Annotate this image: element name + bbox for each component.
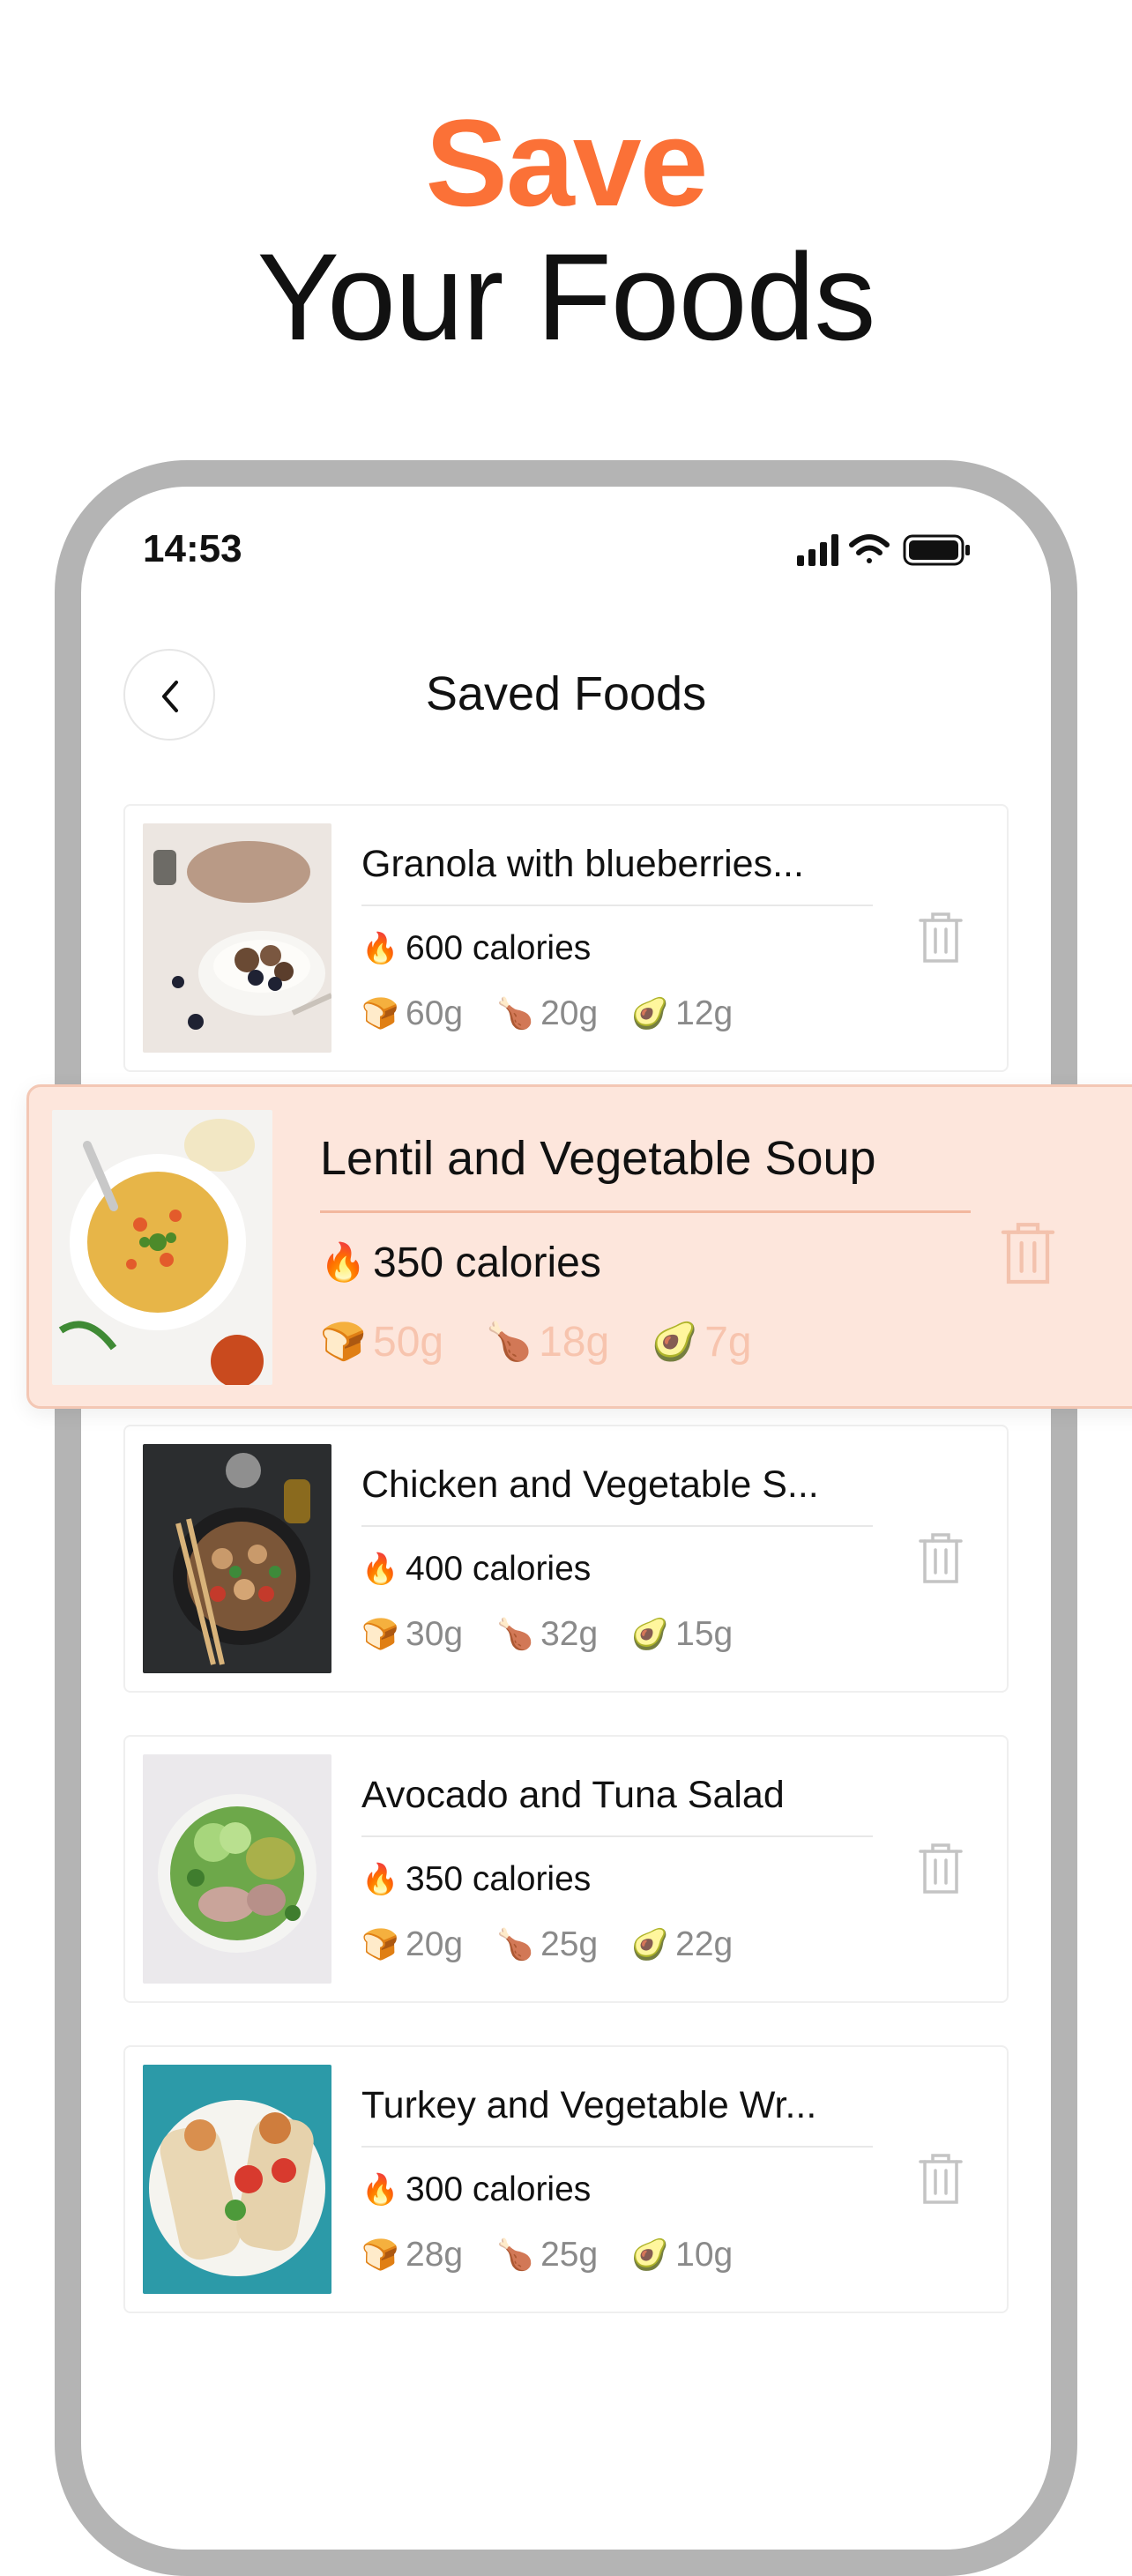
wifi-icon: [849, 534, 890, 563]
status-time: 14:53: [143, 527, 242, 570]
drumstick-icon: 🍗: [496, 997, 534, 1031]
drumstick-icon: 🍗: [496, 2238, 534, 2272]
hero-accent-text: Save: [425, 93, 709, 232]
calories-value: 600 calories: [406, 929, 592, 967]
food-card[interactable]: Avocado and Tuna Salad 🔥 350 calories 🍞 2…: [123, 1735, 1009, 2003]
food-photo-granola: [143, 823, 331, 1053]
food-card[interactable]: Turkey and Vegetable Wr... 🔥 300 calorie…: [123, 2045, 1009, 2313]
calorie-row: 🔥 300 calories: [361, 2170, 591, 2209]
macro-row: 🍞 60g 🍗 20g 🥑 12g: [361, 994, 766, 1033]
food-name: Avocado and Tuna Salad: [361, 1774, 785, 1816]
calories-value: 350 calories: [406, 1860, 592, 1898]
trash-icon[interactable]: [917, 1841, 964, 1895]
protein-value: 25g: [540, 2236, 599, 2274]
carbs-value: 50g: [373, 1319, 444, 1366]
fat-value: 7g: [704, 1319, 752, 1366]
divider: [361, 1835, 873, 1837]
fire-icon: 🔥: [361, 2173, 399, 2207]
food-name: Chicken and Vegetable S...: [361, 1463, 819, 1506]
calorie-row: 🔥 400 calories: [361, 1550, 591, 1589]
bread-icon: 🍞: [361, 1928, 399, 1962]
calorie-row: 🔥 350 calories: [320, 1239, 601, 1287]
bread-icon: 🍞: [361, 1618, 399, 1651]
bread-icon: 🍞: [320, 1321, 367, 1362]
fat-value: 10g: [675, 2236, 734, 2274]
carbs-value: 28g: [406, 2236, 464, 2274]
drumstick-icon: 🍗: [496, 1618, 534, 1651]
drumstick-icon: 🍗: [486, 1321, 532, 1362]
fire-icon: 🔥: [361, 1863, 399, 1896]
food-card-highlighted[interactable]: Lentil and Vegetable Soup 🔥 350 calories…: [26, 1084, 1132, 1409]
macro-row: 🍞 50g 🍗 18g 🥑 7g: [320, 1318, 794, 1366]
fire-icon: 🔥: [361, 932, 399, 965]
trash-icon[interactable]: [917, 910, 964, 964]
food-photo-avocado-tuna: [143, 1754, 331, 1984]
hero-title-text: Your Foods: [257, 227, 876, 366]
protein-value: 25g: [540, 1925, 599, 1963]
calories-value: 300 calories: [406, 2170, 592, 2208]
drumstick-icon: 🍗: [496, 1928, 534, 1962]
avocado-icon: 🥑: [631, 1928, 669, 1962]
battery-icon: [903, 534, 970, 566]
protein-value: 32g: [540, 1615, 599, 1653]
macro-row: 🍞 20g 🍗 25g 🥑 22g: [361, 1925, 766, 1964]
food-card[interactable]: Chicken and Vegetable S... 🔥 400 calorie…: [123, 1425, 1009, 1693]
screen-title: Saved Foods: [425, 667, 707, 720]
fat-value: 22g: [675, 1925, 734, 1963]
food-name: Turkey and Vegetable Wr...: [361, 2084, 817, 2126]
food-photo-chicken: [143, 1444, 331, 1673]
food-name: Lentil and Vegetable Soup: [320, 1132, 876, 1185]
food-photo-lentil-soup: [52, 1110, 272, 1385]
fat-value: 15g: [675, 1615, 734, 1653]
bread-icon: 🍞: [361, 2238, 399, 2272]
macro-row: 🍞 30g 🍗 32g 🥑 15g: [361, 1615, 766, 1654]
carbs-value: 20g: [406, 1925, 464, 1963]
status-icons: [797, 532, 991, 568]
calories-value: 350 calories: [373, 1240, 601, 1286]
signal-icon: [797, 534, 838, 566]
avocado-icon: 🥑: [631, 1618, 669, 1651]
fat-value: 12g: [675, 994, 734, 1032]
trash-icon[interactable]: [917, 1530, 964, 1585]
carbs-value: 30g: [406, 1615, 464, 1653]
trash-icon[interactable]: [917, 2151, 964, 2206]
calories-value: 400 calories: [406, 1550, 592, 1588]
fire-icon: 🔥: [320, 1241, 367, 1283]
divider: [361, 2146, 873, 2148]
avocado-icon: 🥑: [631, 2238, 669, 2272]
divider: [361, 905, 873, 906]
avocado-icon: 🥑: [631, 997, 669, 1031]
carbs-value: 60g: [406, 994, 464, 1032]
avocado-icon: 🥑: [652, 1321, 698, 1362]
calorie-row: 🔥 600 calories: [361, 929, 591, 968]
trash-icon[interactable]: [999, 1219, 1057, 1286]
fire-icon: 🔥: [361, 1552, 399, 1586]
hero-heading: Save Your Foods: [0, 97, 1132, 372]
food-photo-turkey-wrap: [143, 2065, 331, 2294]
food-card[interactable]: Granola with blueberries... 🔥 600 calori…: [123, 804, 1009, 1072]
calorie-row: 🔥 350 calories: [361, 1860, 591, 1899]
protein-value: 18g: [539, 1319, 610, 1366]
divider: [361, 1525, 873, 1527]
protein-value: 20g: [540, 994, 599, 1032]
divider: [320, 1210, 971, 1213]
food-name: Granola with blueberries...: [361, 843, 804, 885]
macro-row: 🍞 28g 🍗 25g 🥑 10g: [361, 2236, 766, 2274]
bread-icon: 🍞: [361, 997, 399, 1031]
